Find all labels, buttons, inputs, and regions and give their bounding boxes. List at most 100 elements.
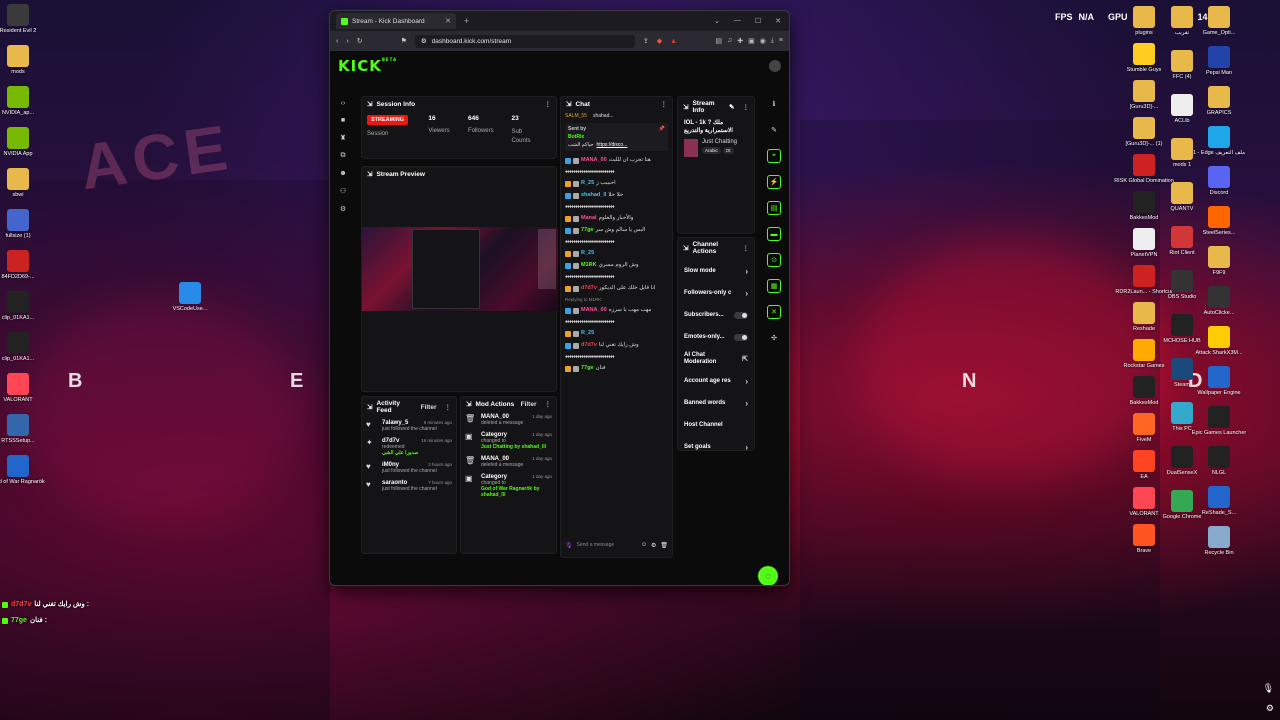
desktop-shortcut[interactable]: [Guru3D]-... [1124, 80, 1164, 110]
feed-item[interactable]: ▣ Category 1 day ago changed to Just Chattin… [461, 429, 556, 453]
expand-arrows-icon[interactable]: ⇲ [683, 103, 688, 111]
expand-arrows-icon[interactable]: ⇲ [367, 100, 372, 108]
desktop-shortcut[interactable]: VALORANT [1124, 487, 1164, 517]
chat-message[interactable]: 77ge البس يا سالم وش سر [565, 227, 668, 234]
chat-message[interactable]: R_25 [565, 330, 668, 337]
desktop-shortcut[interactable]: God of War Ragnarök [0, 455, 45, 485]
bolt-icon[interactable]: ⚡ [767, 175, 781, 189]
chat-message[interactable]: MANA_00 مهب مهب با سرزه [565, 307, 668, 314]
clipboard-icon[interactable]: ▤ [767, 201, 781, 215]
toggle-switch[interactable] [734, 333, 748, 341]
sidebar-icon[interactable]: ▤ [715, 37, 722, 45]
desktop-shortcut[interactable]: DualSenseX [1162, 446, 1202, 476]
feed-item[interactable]: ▣ Category 1 day ago changed to God of War R… [461, 471, 556, 501]
desktop-shortcut[interactable]: NVIDIA App [0, 127, 38, 157]
pinned-user[interactable]: shahad... [593, 113, 614, 119]
vpn-icon[interactable]: ◉ [760, 37, 766, 45]
tab-close-icon[interactable]: ✕ [445, 17, 451, 25]
desktop-shortcut[interactable]: VSCodeUse... [170, 282, 210, 312]
new-tab-icon[interactable]: + [464, 16, 469, 26]
channel-action-row[interactable]: Followers-only c › [678, 282, 754, 304]
chat-username[interactable]: 77ge [581, 365, 594, 372]
broadcast-icon[interactable]: ⊙ [767, 253, 781, 267]
desktop-shortcut[interactable]: BakkesMod [1124, 376, 1164, 406]
chat-username[interactable]: Manal [581, 215, 597, 222]
tag-chip[interactable]: Ot [722, 147, 734, 154]
channel-action-row[interactable]: Account age res › [678, 370, 754, 392]
desktop-shortcut[interactable]: EA [1124, 450, 1164, 480]
tab-kick-dashboard[interactable]: Stream - Kick Dashboard ✕ [336, 13, 456, 29]
target-icon[interactable]: ⌖ [767, 149, 781, 163]
feed-item[interactable]: ✦ d7d7v 16 minutes ago redeemed صدورا علي ال… [362, 435, 456, 459]
chat-bubble-icon[interactable]: ▬ [767, 227, 781, 241]
maximize-icon[interactable]: ☐ [755, 17, 761, 25]
pencil-icon[interactable]: ✎ [767, 123, 781, 137]
channel-action-row[interactable]: Host Channel [678, 414, 754, 436]
chevron-down-icon[interactable]: ⌄ [714, 17, 720, 25]
desktop-shortcut[interactable]: clip_01KA1... [0, 291, 38, 321]
chat-message[interactable]: d7d7v انا قايل خلك على الديكور [565, 285, 668, 292]
desktop-shortcut[interactable]: VALORANT [0, 373, 38, 403]
support-chat-button[interactable]: ◌ [758, 566, 778, 585]
channel-action-row[interactable]: AI Chat Moderation ⇱ [678, 348, 754, 370]
music-icon[interactable]: ♫ [727, 37, 732, 45]
desktop-shortcut[interactable]: mods [0, 45, 38, 75]
desktop-shortcut[interactable]: SteelSeries... [1199, 206, 1239, 236]
brave-shield-icon[interactable]: ◆ [657, 37, 662, 45]
desktop-shortcut[interactable]: clip_01KA1... [0, 332, 38, 362]
desktop-shortcut[interactable]: Resident Evil 2 [0, 4, 38, 34]
chat-message[interactable]: Manal والأحبار والعلوم [565, 215, 668, 222]
desktop-shortcut[interactable]: [Guru3D]-... (1) [1124, 117, 1164, 147]
chat-username[interactable]: M1RK [581, 262, 597, 269]
emote-icon[interactable]: ☺ [641, 542, 647, 548]
pin-link[interactable]: https://disco... [597, 142, 628, 148]
desktop-shortcut[interactable]: PlanetVPN [1124, 228, 1164, 258]
feed-item[interactable]: ♥ saraonto 7 hours ago just followed the ch… [362, 477, 456, 495]
chat-input[interactable]: Send a message [577, 542, 637, 548]
minimize-icon[interactable]: — [734, 17, 741, 25]
desktop-shortcut[interactable]: Steam [1162, 358, 1202, 388]
collapse-icon[interactable]: ‹› [341, 100, 346, 107]
chat-username[interactable]: d7d7v [581, 285, 597, 292]
settings-icon[interactable]: ⚙ [340, 205, 346, 213]
desktop-shortcut[interactable]: FFC (4) [1162, 50, 1202, 80]
filter-button[interactable]: Filter [521, 401, 537, 408]
info-icon[interactable]: ℹ [767, 97, 781, 111]
chat-username[interactable]: shahad_ll [581, 192, 606, 199]
chat-username[interactable]: MANA_00 [581, 157, 607, 164]
puzzle-icon[interactable]: ✣ [767, 331, 781, 345]
more-icon[interactable]: ⋮ [661, 100, 668, 108]
pin-icon[interactable]: 📌 [659, 126, 665, 132]
desktop-shortcut[interactable]: OBS Studio [1162, 270, 1202, 300]
desktop-shortcut[interactable]: 84FD2D69-... [0, 250, 38, 280]
chat-message[interactable]: MANA_00 هنا تحرب ان لللبث [565, 157, 668, 164]
brave-rewards-icon[interactable]: ▲ [670, 38, 677, 45]
desktop-shortcut[interactable]: RDR2Laun... - Shortcut [1115, 265, 1173, 295]
desktop-shortcut[interactable]: Brave [1124, 524, 1164, 554]
expand-arrows-icon[interactable]: ⇲ [367, 170, 372, 178]
channel-action-row[interactable]: Emotes-only... [678, 326, 754, 348]
desktop-shortcut[interactable]: GRAPICS [1199, 86, 1239, 116]
desktop-shortcut[interactable]: Riot Client [1162, 226, 1202, 256]
chat-username[interactable]: R_25 [581, 250, 594, 257]
desktop-shortcut[interactable]: Reshade [1124, 302, 1164, 332]
desktop-shortcut[interactable]: F9F9 [1199, 246, 1239, 276]
site-info-icon[interactable]: ⚙ [421, 37, 427, 45]
user-avatar[interactable] [769, 60, 781, 72]
mic-tray-icon[interactable]: 🎙 [1263, 683, 1274, 694]
layout-icon[interactable]: ▦ [767, 279, 781, 293]
stream-icon[interactable]: ⧉ [341, 152, 346, 160]
desktop-shortcut[interactable]: Recycle Bin [1199, 526, 1239, 556]
desktop-shortcut[interactable]: Discord [1199, 166, 1239, 196]
expand-arrows-icon[interactable]: ⇲ [683, 244, 688, 252]
desktop-shortcut[interactable]: MCHOSE HUB [1162, 314, 1202, 344]
feed-item[interactable]: ♥ 7alawy_5 6 minutes ago just followed the … [362, 417, 456, 435]
desktop-shortcut[interactable]: RISK Global Domination [1114, 154, 1174, 184]
chat-username[interactable]: d7d7v [581, 342, 597, 349]
channel-action-row[interactable]: Banned words › [678, 392, 754, 414]
desktop-shortcut[interactable]: FiveM [1124, 413, 1164, 443]
desktop-shortcut[interactable]: sbwi [0, 168, 38, 198]
community-icon[interactable]: ⚇ [340, 187, 346, 195]
settings-tray-icon[interactable]: ⚙ [1266, 703, 1274, 714]
tag-chip[interactable]: Arabic [702, 147, 721, 154]
